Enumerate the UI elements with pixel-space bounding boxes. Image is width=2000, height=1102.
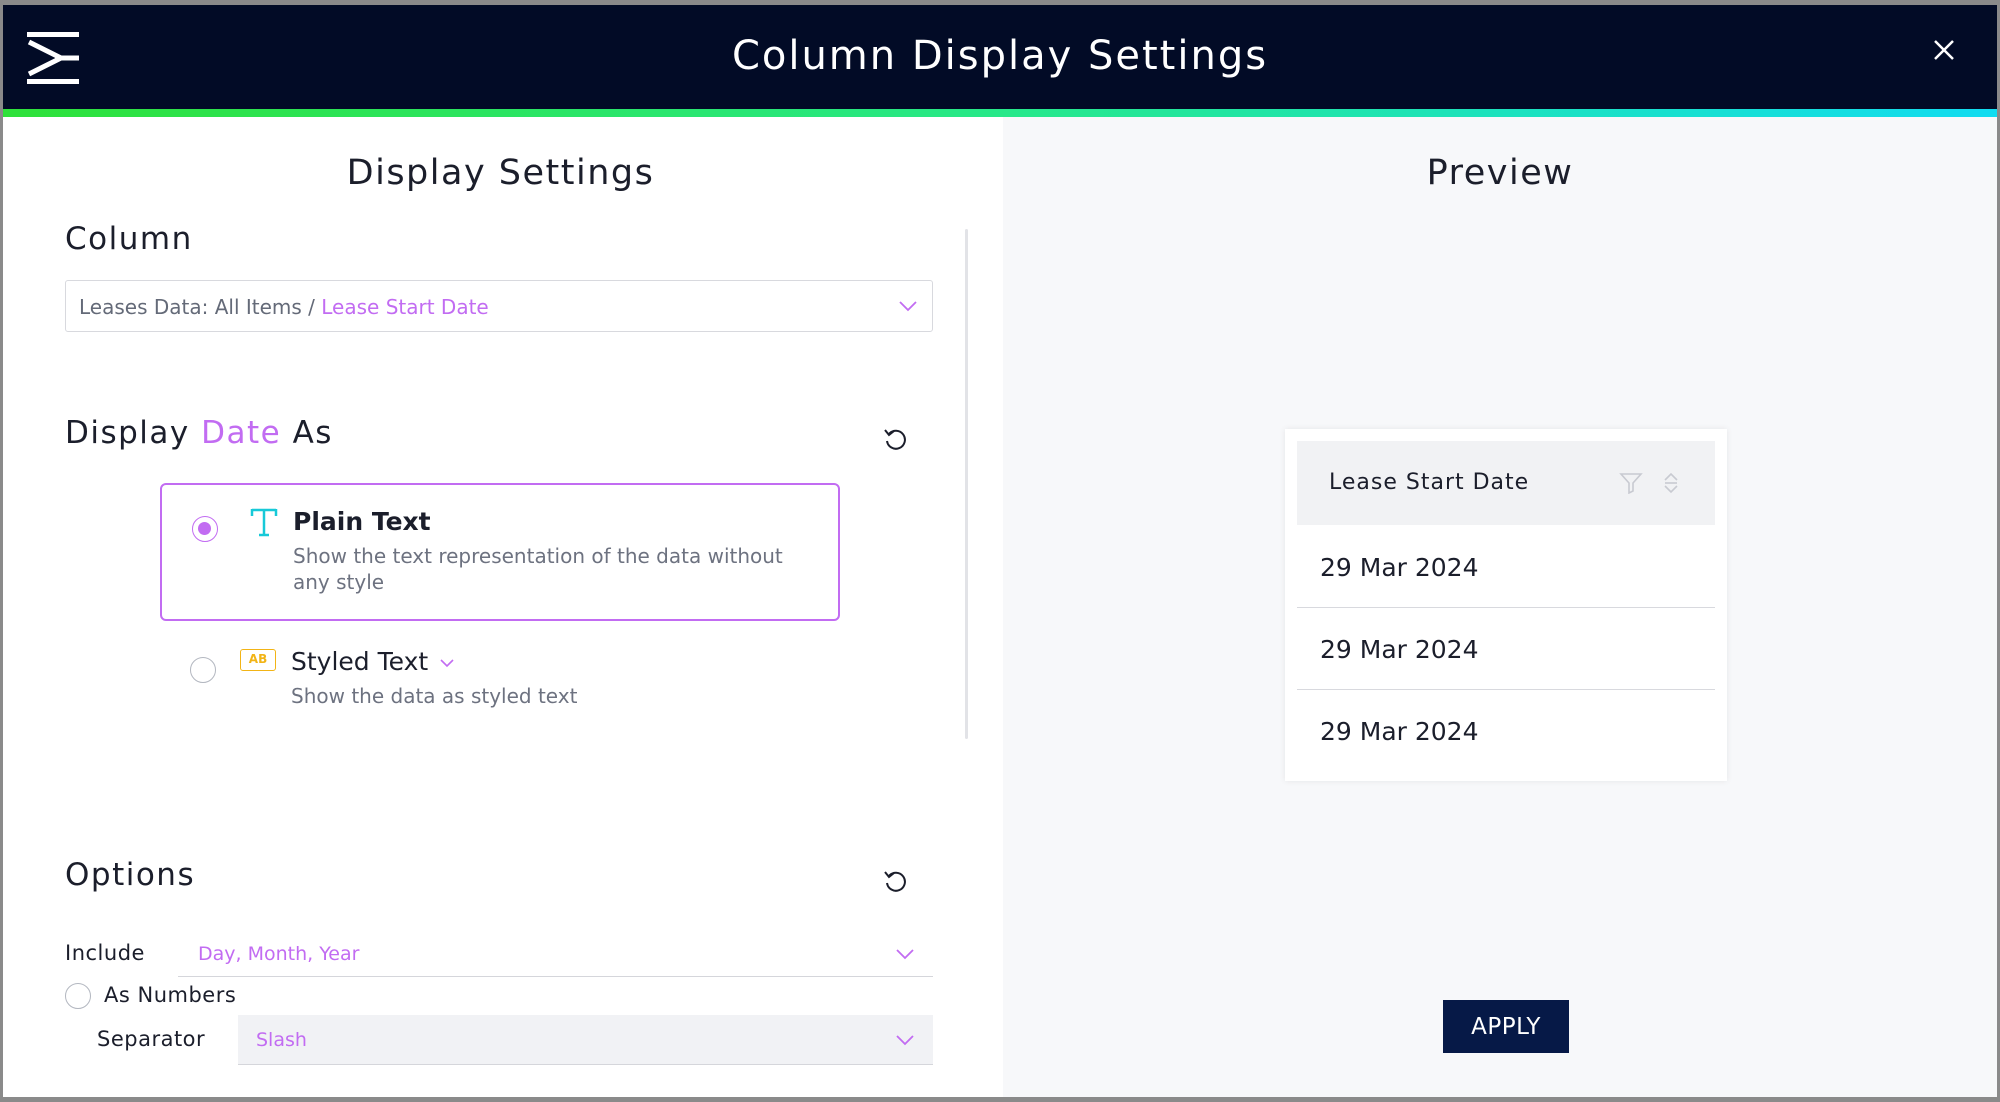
as-numbers-label: As Numbers <box>104 983 237 1007</box>
column-select[interactable]: Leases Data: All Items / Lease Start Dat… <box>65 280 933 332</box>
options-section-title: Options <box>65 857 196 893</box>
plain-text-description-line2: any style <box>293 570 385 594</box>
preview-row: 29 Mar 2024 <box>1297 526 1715 608</box>
display-settings-heading: Display Settings <box>346 153 655 193</box>
styled-text-radio[interactable] <box>190 657 216 683</box>
preview-row: 29 Mar 2024 <box>1297 608 1715 690</box>
close-icon[interactable] <box>1929 35 1959 65</box>
column-section-title: Column <box>65 221 193 257</box>
preview-table: Lease Start Date 29 Mar 2024 29 Mar 2024… <box>1285 429 1727 781</box>
sort-icon[interactable] <box>1662 471 1680 495</box>
styled-text-title: Styled Text <box>291 647 429 676</box>
preview-column-header-label: Lease Start Date <box>1329 470 1530 495</box>
text-t-icon <box>250 508 278 537</box>
styled-text-description: Show the data as styled text <box>291 684 578 708</box>
dialog-title: Column Display Settings <box>731 33 1269 79</box>
chevron-down-icon[interactable] <box>439 658 455 668</box>
plain-text-option[interactable]: Plain Text Show the text representation … <box>160 483 840 621</box>
plain-text-title: Plain Text <box>293 507 431 536</box>
panel-scrollbar[interactable] <box>965 229 968 739</box>
display-settings-panel: Display Settings Column Leases Data: All… <box>3 117 1003 1097</box>
reset-options-icon[interactable] <box>882 867 910 895</box>
include-select-value: Day, Month, Year <box>198 943 360 965</box>
chevron-down-icon <box>896 1035 914 1046</box>
chevron-down-icon <box>896 949 914 960</box>
dialog-header: Column Display Settings <box>3 5 1997 109</box>
preview-column-header: Lease Start Date <box>1297 441 1715 525</box>
column-select-value: Lease Start Date <box>321 295 489 319</box>
include-select[interactable]: Day, Month, Year <box>178 931 933 977</box>
display-as-title-before: Display <box>65 415 202 451</box>
plain-text-description-line1: Show the text representation of the data… <box>293 544 783 568</box>
preview-heading: Preview <box>1426 153 1574 193</box>
separator-label: Separator <box>97 1027 206 1051</box>
ab-badge-icon: AB <box>240 649 276 671</box>
display-as-section-title: Display Date As <box>65 415 333 451</box>
include-label: Include <box>65 941 145 965</box>
separator-select-value: Slash <box>256 1029 307 1051</box>
display-as-title-accent: Date <box>201 415 282 451</box>
plain-text-radio[interactable] <box>192 516 218 542</box>
separator-select[interactable]: Slash <box>238 1015 933 1065</box>
preview-row: 29 Mar 2024 <box>1320 717 1479 746</box>
preview-panel: Preview Lease Start Date 29 Mar 2024 29 … <box>1003 117 1997 1097</box>
filter-icon[interactable] <box>1619 472 1643 494</box>
display-as-title-after: As <box>281 415 333 451</box>
as-numbers-radio[interactable] <box>65 983 91 1009</box>
chevron-down-icon <box>899 301 917 312</box>
column-display-settings-dialog: Column Display Settings Display Settings… <box>3 5 1997 1097</box>
apply-button[interactable]: APPLY <box>1443 1000 1569 1053</box>
header-gradient-bar <box>3 109 1997 117</box>
styled-text-option[interactable]: AB Styled Text Show the data as styled t… <box>160 625 840 735</box>
column-select-prefix: Leases Data: All Items / <box>79 295 322 319</box>
reset-display-as-icon[interactable] <box>882 425 910 453</box>
